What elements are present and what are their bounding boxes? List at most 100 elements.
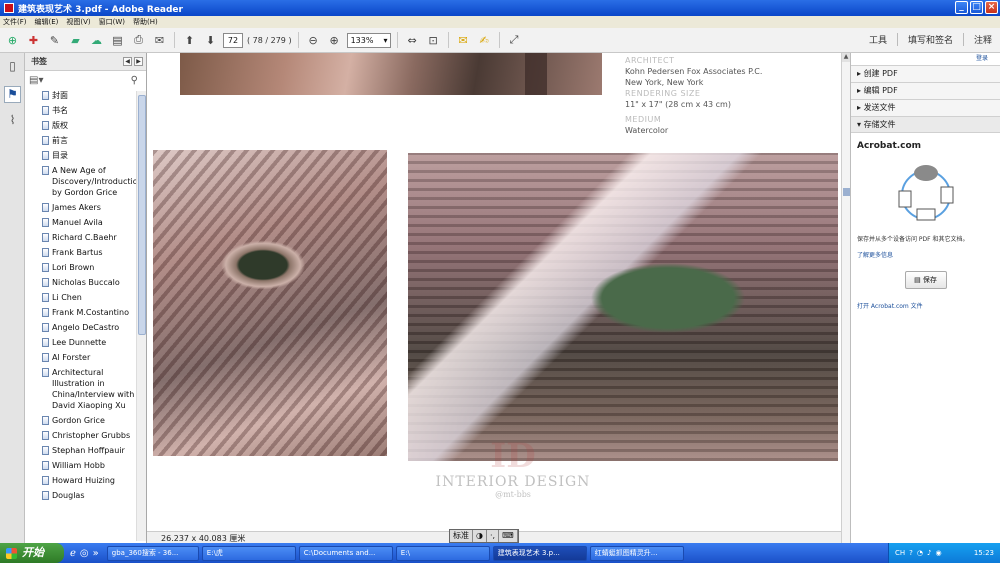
bookmark-item[interactable]: Manuel Avila	[42, 217, 135, 228]
bookmarks-icon[interactable]: ⚑	[4, 86, 21, 103]
bookmark-page-icon	[42, 446, 49, 455]
bookmark-item[interactable]: Angelo DeCastro	[42, 322, 135, 333]
page-thumbnails-icon[interactable]: ▯	[4, 59, 21, 76]
bookmark-item[interactable]: 书名	[42, 105, 135, 116]
bookmark-item[interactable]: Lori Brown	[42, 262, 135, 273]
ime-punctuation-icon[interactable]: ·,	[487, 530, 500, 542]
comment-icon[interactable]: ✉	[455, 32, 472, 49]
ime-halfwidth-icon[interactable]: ◑	[473, 530, 487, 542]
edit-icon[interactable]: ✎	[46, 32, 63, 49]
scroll-up-arrow-icon[interactable]: ▲	[842, 53, 850, 62]
bookmark-item[interactable]: William Hobb	[42, 460, 135, 471]
fullscreen-icon[interactable]: ⤢	[506, 32, 523, 49]
comment-link[interactable]: 注释	[962, 33, 992, 46]
task-drive-e[interactable]: E:\	[395, 545, 490, 561]
browser-icon[interactable]: ◎	[80, 548, 89, 559]
open-icon[interactable]: ⊕	[4, 32, 21, 49]
bookmark-item[interactable]: Lee Dunnette	[42, 337, 135, 348]
save-to-acrobat-button[interactable]: ▤ 保存	[904, 271, 947, 289]
bookmark-item[interactable]: Li Chen	[42, 292, 135, 303]
folder-icon[interactable]: ▰	[67, 32, 84, 49]
close-button[interactable]: ×	[985, 1, 998, 14]
document-vertical-scrollbar[interactable]: ▲	[841, 53, 850, 543]
options-icon[interactable]: ▤▾	[29, 75, 43, 86]
login-link[interactable]: 登录	[851, 53, 1000, 65]
bookmark-item[interactable]: Frank Bartus	[42, 247, 135, 258]
store-file-section[interactable]: ▾ 存储文件	[851, 116, 1000, 133]
next-page-icon[interactable]: ⬇	[202, 32, 219, 49]
bookmark-item[interactable]: Architectural Illustration in China/Inte…	[42, 367, 135, 411]
page-number-input[interactable]: 72	[223, 32, 243, 48]
print-icon[interactable]: ⎙	[130, 32, 147, 49]
store-file-label: 存储文件	[863, 120, 896, 129]
zoom-select[interactable]: 133%	[346, 32, 391, 48]
collapse-panel-icon[interactable]: ◀	[123, 57, 132, 66]
bookmark-item[interactable]: 目录	[42, 150, 135, 161]
network-icon[interactable]: ◔	[917, 549, 923, 557]
document-scroll-thumb[interactable]	[843, 188, 850, 196]
fit-page-icon[interactable]: ⊡	[425, 32, 442, 49]
fill-sign-link[interactable]: 填写和签名	[896, 33, 953, 46]
bookmark-item[interactable]: Gordon Grice	[42, 415, 135, 426]
menu-window[interactable]: 窗口(W)	[99, 17, 125, 27]
task-adobe-reader[interactable]: 建筑表现艺术 3.p...	[492, 545, 587, 561]
bookmark-item[interactable]: 版权	[42, 120, 135, 131]
zoom-out-icon[interactable]: ⊖	[305, 32, 322, 49]
menu-view[interactable]: 视图(V)	[66, 17, 90, 27]
bookmark-item[interactable]: Stephan Hoffpauir	[42, 445, 135, 456]
learn-more-link[interactable]: 了解更多信息	[857, 250, 994, 259]
menu-file[interactable]: 文件(F)	[3, 17, 27, 27]
minimize-button[interactable]: _	[955, 1, 968, 14]
bookmark-page-icon	[42, 368, 49, 377]
security-icon[interactable]: ◉	[935, 549, 941, 557]
task-folder-tiger[interactable]: E:\虎	[201, 545, 296, 561]
task-360-browser[interactable]: gba_360搜索 - 36...	[106, 545, 199, 561]
attachments-icon[interactable]: ⌇	[4, 113, 21, 130]
email-icon[interactable]: ✉	[151, 32, 168, 49]
task-screen-capture[interactable]: 红蜻蜓抓图精灵升...	[589, 545, 684, 561]
menu-edit[interactable]: 编辑(E)	[35, 17, 59, 27]
bookmark-item[interactable]: Nicholas Buccalo	[42, 277, 135, 288]
bookmarks-scrollbar[interactable]	[136, 91, 146, 541]
bookmark-item[interactable]: Howard Huizing	[42, 475, 135, 486]
menu-help[interactable]: 帮助(H)	[133, 17, 158, 27]
language-indicator[interactable]: CH	[895, 549, 905, 557]
send-file-section[interactable]: ▸ 发送文件	[851, 99, 1000, 116]
cloud-upload-icon[interactable]: ☁	[88, 32, 105, 49]
maximize-button[interactable]: □	[970, 1, 983, 14]
bookmark-item[interactable]: Christopher Grubbs	[42, 430, 135, 441]
help-icon[interactable]: ?	[909, 549, 913, 557]
highlight-icon[interactable]: ✍	[476, 32, 493, 49]
task-documents-folder[interactable]: C:\Documents and...	[298, 545, 393, 561]
document-view[interactable]: ARCHITECT Kohn Pedersen Fox Associates P…	[147, 53, 841, 531]
close-panel-icon[interactable]: ▶	[134, 57, 143, 66]
bookmark-item[interactable]: A New Age of Discovery/Introduction by G…	[42, 165, 143, 198]
bookmark-item[interactable]: Douglas	[42, 490, 135, 501]
stadium-rendering-image	[153, 150, 387, 456]
bookmark-item[interactable]: Richard C.Baehr	[42, 232, 135, 243]
create-pdf-section[interactable]: ▸ 创建 PDF	[851, 65, 1000, 82]
edit-pdf-section[interactable]: ▸ 编辑 PDF	[851, 82, 1000, 99]
volume-icon[interactable]: ♪	[927, 549, 931, 557]
bookmark-item[interactable]: Frank M.Costantino	[42, 307, 135, 318]
store-description: 保存并从多个设备访问 PDF 和其它文档。	[857, 236, 969, 243]
bookmark-item[interactable]: James Akers	[42, 202, 135, 213]
bookmarks-scroll-thumb[interactable]	[138, 95, 146, 335]
bookmark-item[interactable]: 封面	[42, 90, 135, 101]
fit-width-icon[interactable]: ⇔	[404, 32, 421, 49]
bookmark-item[interactable]: 前言	[42, 135, 135, 146]
ime-keyboard-icon[interactable]: ⌨	[499, 530, 518, 542]
tools-link[interactable]: 工具	[869, 33, 887, 46]
create-pdf-icon[interactable]: ✚	[25, 32, 42, 49]
save-icon[interactable]: ▤	[109, 32, 126, 49]
show-desktop-icon[interactable]: »	[93, 548, 99, 559]
find-bookmark-icon[interactable]: ⚲	[131, 75, 138, 86]
bookmark-item[interactable]: Al Forster	[42, 352, 135, 363]
zoom-in-icon[interactable]: ⊕	[326, 32, 343, 49]
start-button[interactable]: 开始	[0, 543, 64, 563]
previous-page-icon[interactable]: ⬆	[181, 32, 198, 49]
open-acrobat-files-link[interactable]: 打开 Acrobat.com 文件	[857, 301, 994, 310]
ime-mode[interactable]: 标准	[450, 530, 473, 542]
ie-icon[interactable]: ℯ	[70, 548, 76, 559]
bookmark-label: Manuel Avila	[52, 218, 103, 227]
